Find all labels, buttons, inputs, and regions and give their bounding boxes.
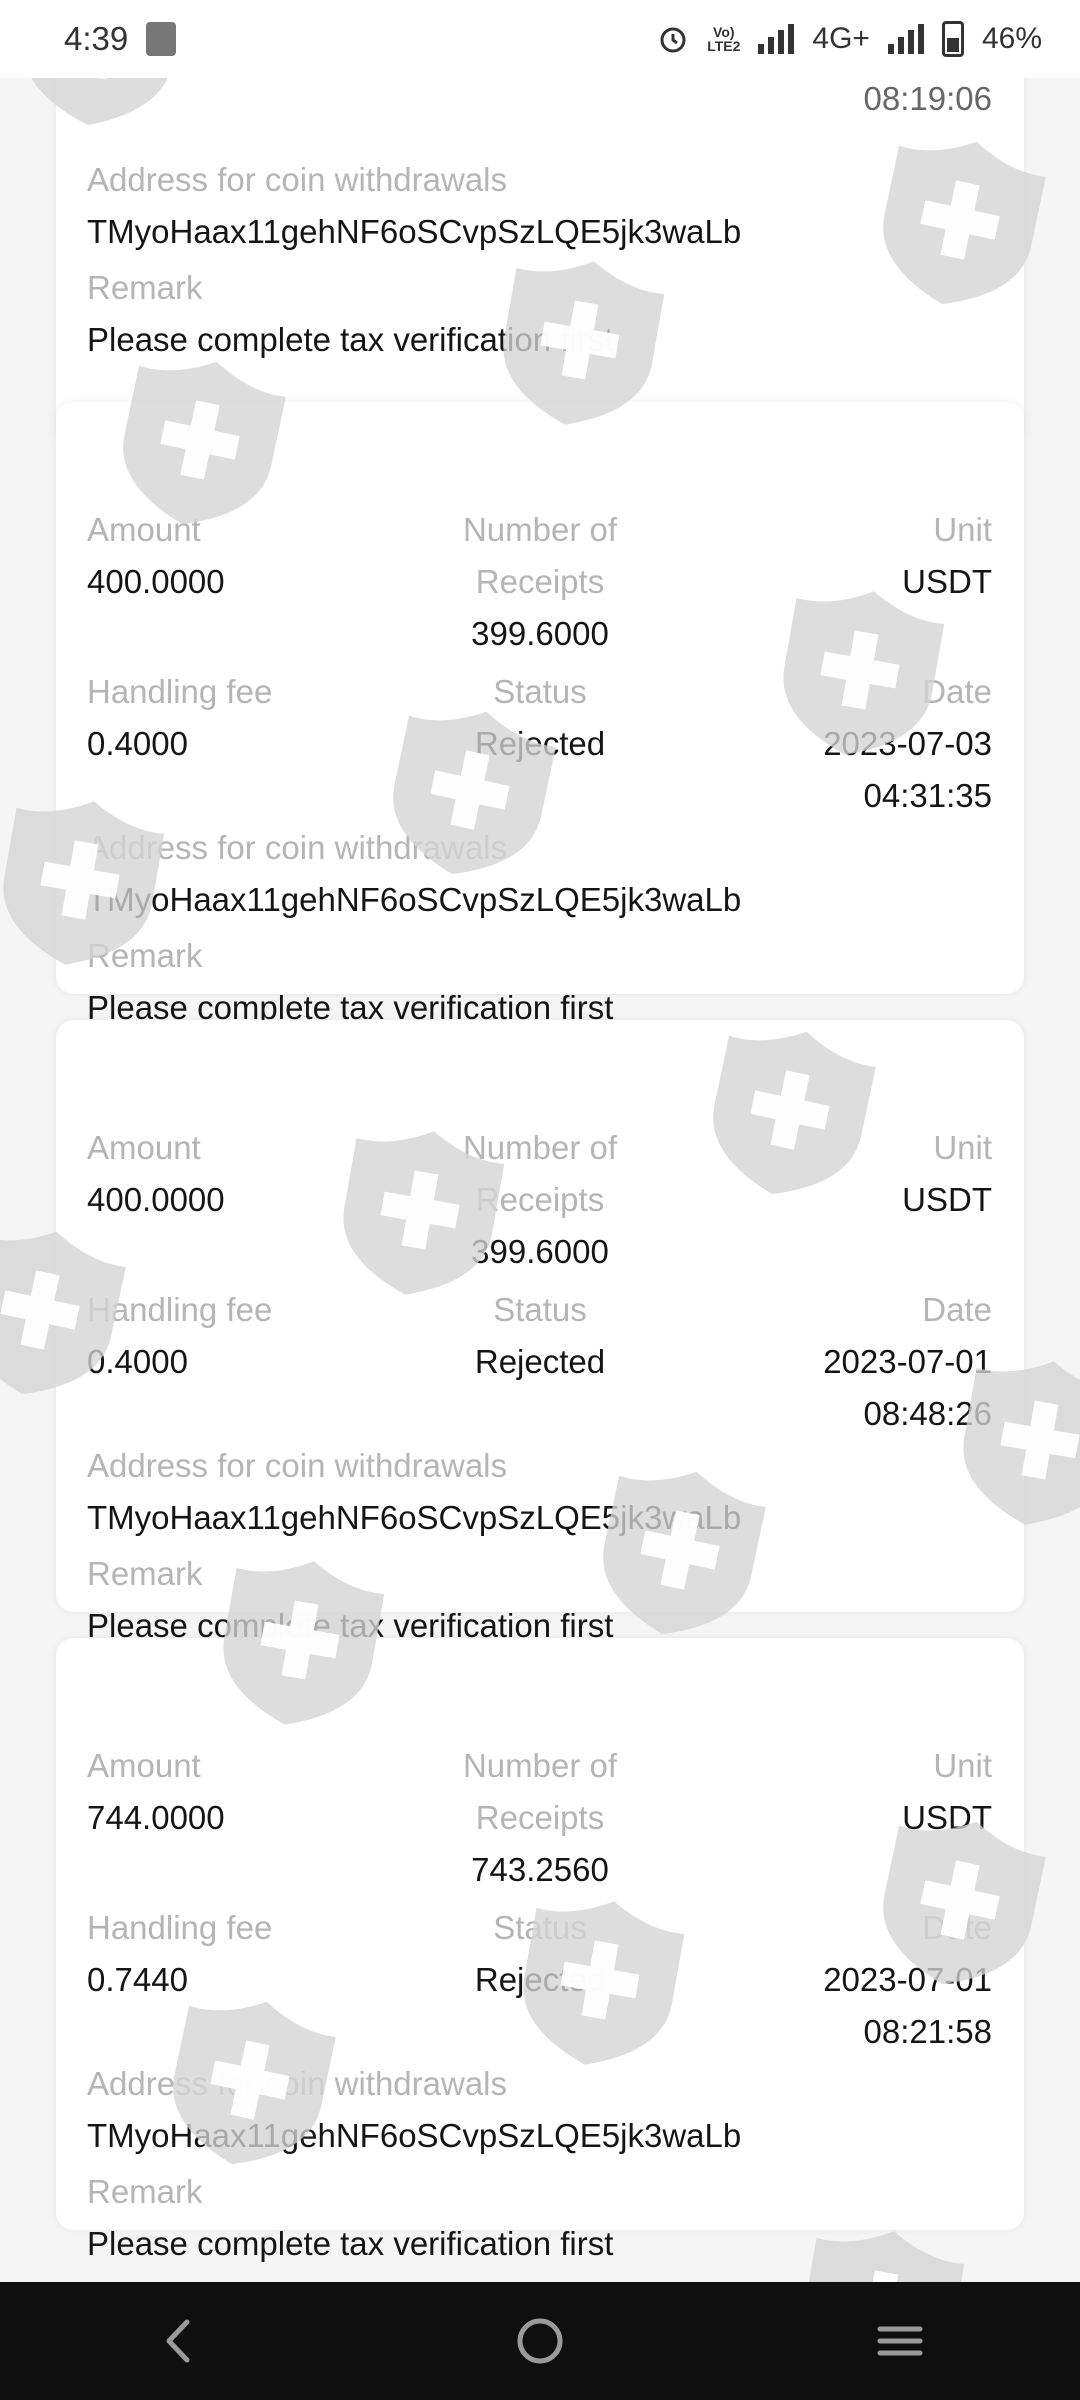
fee-label: Handling fee [87, 1909, 273, 1946]
date-value: 2023-07-01 [823, 1961, 992, 1998]
alarm-icon [660, 27, 686, 53]
remark-label: Remark [87, 2173, 203, 2210]
remark-value: Please complete tax verification first [87, 2225, 614, 2262]
home-icon [517, 2318, 563, 2364]
amount-value: 744.0000 [87, 1799, 225, 1836]
date-label: Date [922, 1909, 992, 1946]
receipts-label: Number of [462, 1747, 618, 1784]
card-date-partial: 08:19:06 [863, 80, 992, 117]
network-type: 4G+ [812, 22, 870, 55]
remark-label: Remark [87, 937, 203, 974]
address-value: TMyoHaax11gehNF6oSCvpSzLQE5jk3waLb [87, 213, 742, 250]
status-value: Rejected [474, 1343, 606, 1380]
address-label: Address for coin withdrawals [87, 829, 508, 866]
back-button[interactable] [120, 2291, 240, 2391]
address-label: Address for coin withdrawals [87, 161, 508, 198]
status-time: 4:39 [64, 20, 129, 57]
status-bar: 4:39 Vo) LTE2 4G+ 46% [0, 0, 1080, 78]
notification-bag-icon [146, 22, 177, 56]
signal-icon-2 [887, 24, 924, 54]
status-label: Status [493, 1291, 587, 1328]
fee-value: 0.7440 [87, 1961, 188, 1998]
address-value: TMyoHaax11gehNF6oSCvpSzLQE5jk3waLb [87, 1499, 742, 1536]
remark-label: Remark [87, 269, 203, 306]
system-navigation-bar [0, 2282, 1080, 2400]
amount-label: Amount [87, 1129, 201, 1166]
status-value: Rejected [474, 725, 606, 762]
amount-value: 400.0000 [87, 563, 225, 600]
receipts-value: 399.6000 [471, 1233, 609, 1270]
address-label: Address for coin withdrawals [87, 1447, 508, 1484]
signal-icon-1 [758, 24, 795, 54]
receipts-label-2: Receipts [475, 1799, 605, 1836]
remark-value: Please complete tax verification first [87, 321, 614, 358]
time-value: 08:21:58 [863, 2013, 992, 2050]
withdrawal-card: Amount 400.0000 Number of Receipts 399.6… [56, 1020, 1024, 1644]
time-value: 04:31:35 [863, 777, 992, 814]
status-label: Status [493, 1909, 587, 1946]
unit-value: USDT [902, 1799, 992, 1836]
recents-icon [877, 2326, 923, 2356]
recents-button[interactable] [840, 2291, 960, 2391]
amount-label: Amount [87, 1747, 201, 1784]
battery-icon [941, 21, 964, 57]
withdrawal-card: Amount 400.0000 Number of Receipts 399.6… [56, 402, 1024, 1026]
status-label: Status [493, 673, 587, 710]
amount-value: 400.0000 [87, 1181, 225, 1218]
unit-value: USDT [902, 1181, 992, 1218]
fee-value: 0.4000 [87, 725, 188, 762]
date-value: 2023-07-01 [823, 1343, 992, 1380]
receipts-label-2: Receipts [475, 563, 605, 600]
address-value: TMyoHaax11gehNF6oSCvpSzLQE5jk3waLb [87, 2117, 742, 2154]
receipts-label-2: Receipts [475, 1181, 605, 1218]
fee-value: 0.4000 [87, 1343, 188, 1380]
home-button[interactable] [480, 2291, 600, 2391]
withdrawal-card-partial: 08:19:06 Address for coin withdrawals TM… [56, 78, 1024, 446]
unit-value: USDT [902, 563, 992, 600]
time-value: 08:48:26 [863, 1395, 992, 1432]
date-label: Date [922, 1291, 992, 1328]
date-value: 2023-07-03 [823, 725, 992, 762]
battery-percent: 46% [981, 22, 1042, 55]
status-value: Rejected [474, 1961, 606, 1998]
date-label: Date [922, 673, 992, 710]
address-label: Address for coin withdrawals [87, 2065, 508, 2102]
remark-label: Remark [87, 1555, 203, 1592]
volte-icon: Vo) LTE2 [707, 24, 741, 54]
fee-label: Handling fee [87, 673, 273, 710]
receipts-label: Number of [462, 511, 618, 548]
amount-label: Amount [87, 511, 201, 548]
receipts-value: 743.2560 [471, 1851, 609, 1888]
receipts-label: Number of [462, 1129, 618, 1166]
unit-label: Unit [933, 1747, 992, 1784]
address-value: TMyoHaax11gehNF6oSCvpSzLQE5jk3waLb [87, 881, 742, 918]
unit-label: Unit [933, 511, 992, 548]
back-icon [166, 2319, 190, 2363]
receipts-value: 399.6000 [471, 615, 609, 652]
withdrawal-records-list[interactable]: 08:19:06 Address for coin withdrawals TM… [0, 78, 1080, 2282]
unit-label: Unit [933, 1129, 992, 1166]
withdrawal-card: Amount 744.0000 Number of Receipts 743.2… [56, 1638, 1024, 2262]
fee-label: Handling fee [87, 1291, 273, 1328]
